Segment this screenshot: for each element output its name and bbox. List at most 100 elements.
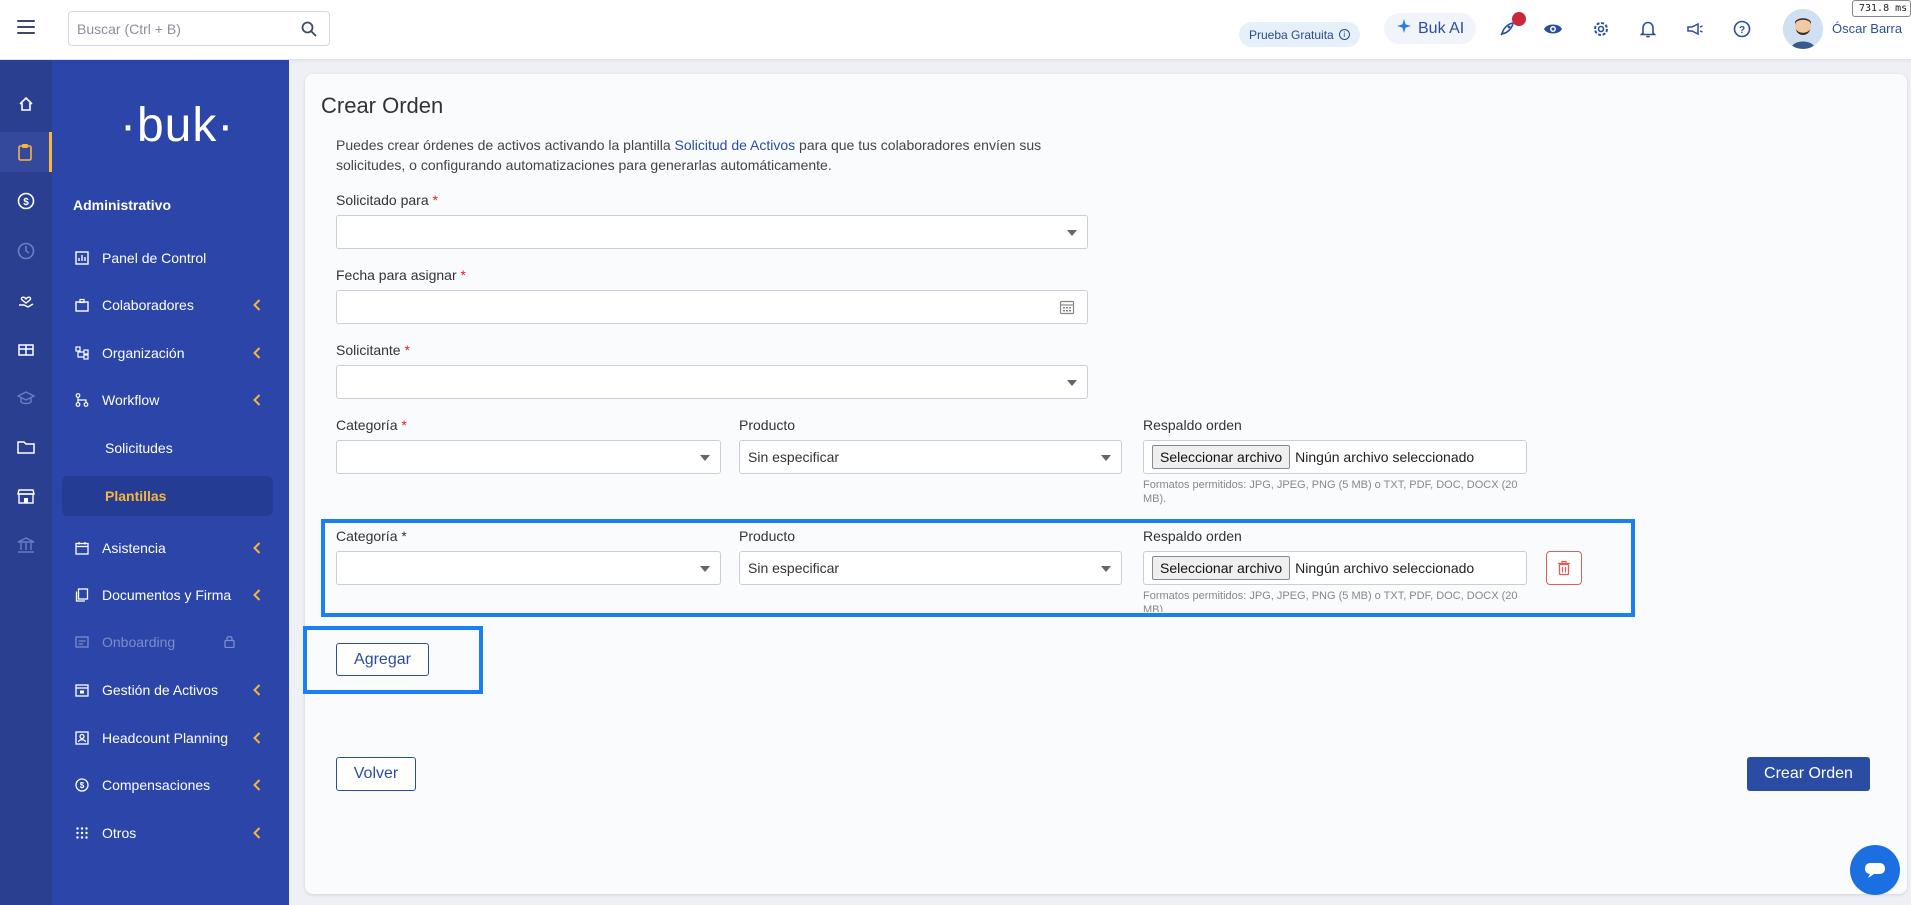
chevron-left-icon	[253, 779, 261, 791]
sidebar: ·buk· Administrativo Panel de Control Co…	[52, 60, 289, 905]
file-format-hint: Formatos permitidos: JPG, JPEG, PNG (5 M…	[1143, 590, 1518, 612]
intro-text: Puedes crear órdenes de activos activand…	[336, 135, 1076, 175]
sidebar-item-label: Colaboradores	[102, 297, 194, 313]
rail-gift-icon[interactable]	[0, 328, 52, 368]
search-icon[interactable]	[301, 21, 317, 42]
grid-icon	[75, 826, 89, 840]
select-file-button[interactable]: Seleccionar archivo	[1152, 445, 1291, 469]
help-icon[interactable]: ?	[1731, 18, 1753, 40]
caret-down-icon	[1067, 380, 1077, 386]
sidebar-item-label: Gestión de Activos	[102, 682, 218, 698]
sidebar-item-label: Headcount Planning	[102, 730, 229, 746]
file-status: Ningún archivo seleccionado	[1295, 560, 1475, 576]
respaldo-file-input[interactable]: Seleccionar archivo Ningún archivo selec…	[1143, 551, 1527, 585]
rail-heart-hand-icon[interactable]	[0, 280, 52, 320]
buk-ai-button[interactable]: Buk AI	[1384, 13, 1477, 44]
categoria-select[interactable]	[336, 440, 721, 474]
rail-bank-icon[interactable]	[0, 525, 52, 565]
calendar-icon[interactable]	[1059, 299, 1075, 318]
categoria-label: Categoría *	[336, 417, 407, 433]
solicitado-para-text: Solicitado para	[336, 192, 429, 208]
timer-overlay: 731.8 ms	[1852, 0, 1911, 17]
back-button[interactable]: Volver	[336, 757, 416, 791]
producto-label: Producto	[739, 528, 796, 544]
rail-graduation-icon[interactable]	[0, 378, 52, 418]
workflow-icon	[75, 393, 89, 407]
sidebar-item-headcount-planning[interactable]: Headcount Planning	[62, 718, 273, 758]
chevron-left-icon	[253, 684, 261, 696]
svg-text:$: $	[80, 781, 85, 790]
sidebar-section-title: Administrativo	[73, 197, 172, 213]
chevron-left-icon	[253, 347, 261, 359]
solicitante-text: Solicitante	[336, 342, 401, 358]
user-name[interactable]: Óscar Barra	[1832, 21, 1902, 36]
sidebar-item-colaboradores[interactable]: Colaboradores	[62, 285, 273, 325]
chevron-left-icon	[253, 827, 261, 839]
bell-icon[interactable]	[1637, 18, 1659, 40]
chat-button[interactable]	[1850, 845, 1900, 895]
sidebar-item-asistencia[interactable]: Asistencia	[62, 528, 273, 568]
sidebar-item-label: Asistencia	[102, 540, 166, 556]
sidebar-item-label: Panel de Control	[102, 250, 207, 266]
caret-down-icon	[700, 455, 710, 461]
sparkle-icon	[1396, 18, 1412, 39]
rail-clock-icon[interactable]	[0, 231, 52, 271]
sidebar-item-panel-de-control[interactable]: Panel de Control	[62, 238, 273, 278]
producto-select[interactable]: Sin especificar	[739, 440, 1122, 474]
sidebar-item-label: Workflow	[102, 392, 160, 408]
respaldo-label: Respaldo orden	[1143, 528, 1242, 544]
main-card: Crear Orden Puedes crear órdenes de acti…	[303, 74, 1907, 894]
required-mark: *	[460, 267, 466, 283]
trial-label: Prueba Gratuita	[1249, 27, 1334, 42]
solicitante-label: Solicitante *	[336, 342, 410, 358]
headcount-icon	[75, 731, 89, 745]
chevron-left-icon	[253, 394, 261, 406]
search-input[interactable]	[77, 12, 297, 45]
add-button[interactable]: Agregar	[336, 643, 429, 676]
avatar[interactable]	[1783, 9, 1823, 49]
create-order-button[interactable]: Crear Orden	[1747, 757, 1870, 791]
sidebar-item-compensaciones[interactable]: $ Compensaciones	[62, 765, 273, 805]
producto-select[interactable]: Sin especificar	[739, 551, 1122, 585]
sidebar-item-gestion-de-activos[interactable]: Gestión de Activos	[62, 670, 273, 710]
rail-store-icon[interactable]	[0, 476, 52, 516]
sidebar-item-documentos-y-firma[interactable]: Documentos y Firma	[62, 575, 273, 615]
onboarding-icon	[75, 635, 89, 649]
rail-home-icon[interactable]	[0, 84, 52, 124]
chevron-left-icon	[253, 542, 261, 554]
buk-logo[interactable]: ·buk·	[120, 98, 234, 153]
select-file-button[interactable]: Seleccionar archivo	[1152, 556, 1291, 580]
delete-row-button[interactable]	[1546, 551, 1582, 585]
solicitud-de-activos-link[interactable]: Solicitud de Activos	[675, 137, 796, 153]
solicitante-select[interactable]	[336, 365, 1088, 399]
page-title: Crear Orden	[321, 93, 444, 118]
sidebar-subitem-plantillas[interactable]: Plantillas	[62, 476, 273, 516]
file-status: Ningún archivo seleccionado	[1295, 449, 1475, 465]
sidebar-item-otros[interactable]: Otros	[62, 813, 273, 853]
intro-text-start: Puedes crear órdenes de activos activand…	[336, 137, 675, 153]
fecha-label: Fecha para asignar *	[336, 267, 466, 283]
sidebar-item-workflow[interactable]: Workflow	[62, 380, 273, 420]
producto-value: Sin especificar	[748, 449, 840, 465]
rail-folder-icon[interactable]	[0, 427, 52, 467]
sidebar-item-onboarding: Onboarding	[62, 622, 273, 662]
sidebar-item-organizacion[interactable]: Organización	[62, 333, 273, 373]
solicitado-para-select[interactable]	[336, 215, 1088, 249]
rail-money-icon[interactable]: $	[0, 181, 52, 221]
fecha-input[interactable]	[336, 290, 1088, 324]
categoria-select[interactable]	[336, 551, 721, 585]
documents-icon	[75, 588, 89, 602]
respaldo-file-input[interactable]: Seleccionar archivo Ningún archivo selec…	[1143, 440, 1527, 474]
caret-down-icon	[1101, 455, 1111, 461]
producto-label: Producto	[739, 417, 796, 433]
sidebar-subitem-solicitudes[interactable]: Solicitudes	[62, 428, 273, 468]
trial-badge[interactable]: Prueba Gratuita i	[1239, 22, 1360, 47]
file-format-hint: Formatos permitidos: JPG, JPEG, PNG (5 M…	[1143, 479, 1518, 505]
respaldo-label: Respaldo orden	[1143, 417, 1242, 433]
rail-clipboard-icon[interactable]	[0, 132, 52, 172]
menu-icon[interactable]	[17, 20, 35, 34]
megaphone-icon[interactable]	[1684, 18, 1706, 40]
gear-icon[interactable]	[1590, 18, 1612, 40]
fecha-text: Fecha para asignar	[336, 267, 457, 283]
eye-icon[interactable]	[1542, 18, 1564, 40]
